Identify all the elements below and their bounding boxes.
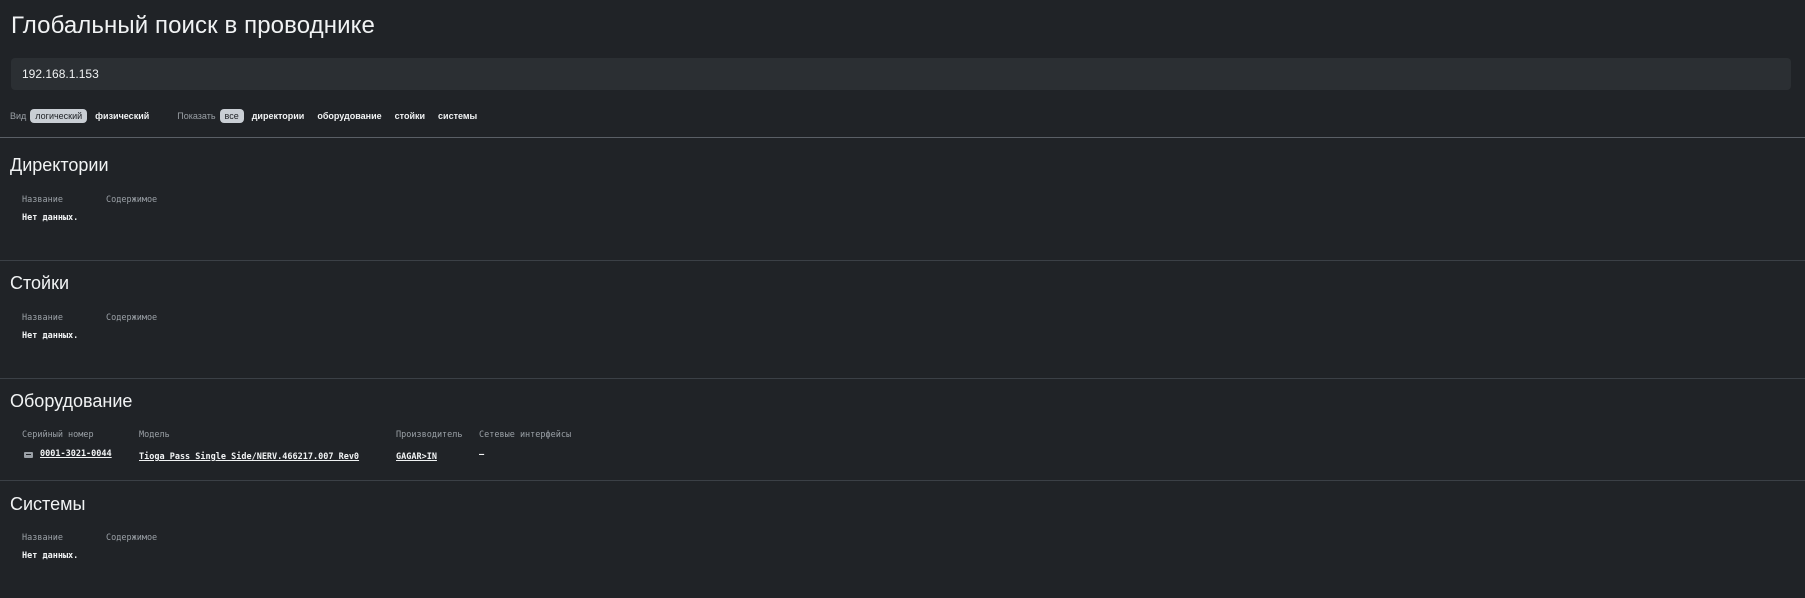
section-title-racks: Стойки xyxy=(10,273,70,293)
column-header-vendor: Производитель xyxy=(396,430,463,440)
column-header-name: Название xyxy=(22,195,63,205)
filter-bar: Вид логический физический Показать все д… xyxy=(10,108,485,124)
section-title-equipment: Оборудование xyxy=(10,391,133,411)
show-option-systems[interactable]: системы xyxy=(433,109,482,123)
view-option-logical[interactable]: логический xyxy=(30,109,88,123)
show-option-all[interactable]: все xyxy=(219,109,244,123)
column-header-name: Название xyxy=(22,533,63,543)
section-title-directories: Директории xyxy=(10,155,109,175)
column-header-interfaces: Сетевые интерфейсы xyxy=(479,430,572,440)
view-label: Вид xyxy=(10,111,27,121)
empty-state: Нет данных. xyxy=(22,213,79,223)
column-header-serial: Серийный номер xyxy=(22,430,94,440)
empty-state: Нет данных. xyxy=(22,551,79,561)
section-divider xyxy=(0,260,1805,261)
column-header-content: Содержимое xyxy=(106,533,158,543)
equipment-model-link[interactable]: Tioga Pass Single Side/NERV.466217.007 R… xyxy=(139,452,359,462)
equipment-vendor-link[interactable]: GAGAR>IN xyxy=(396,452,437,462)
header-divider xyxy=(0,137,1805,138)
empty-state: Нет данных. xyxy=(22,331,79,341)
show-option-racks[interactable]: стойки xyxy=(390,109,430,123)
section-divider xyxy=(0,480,1805,481)
page-title: Глобальный поиск в проводнике xyxy=(11,12,375,39)
column-header-name: Название xyxy=(22,313,63,323)
equipment-interfaces-value: — xyxy=(479,450,485,460)
server-icon xyxy=(24,452,33,458)
show-label: Показать xyxy=(177,111,216,121)
column-header-content: Содержимое xyxy=(106,313,158,323)
equipment-serial-link[interactable]: 0001-3021-0044 xyxy=(40,449,112,459)
view-option-physical[interactable]: физический xyxy=(90,109,154,123)
search-input[interactable] xyxy=(22,67,1780,81)
column-header-model: Модель xyxy=(139,430,170,440)
section-divider xyxy=(0,378,1805,379)
column-header-content: Содержимое xyxy=(106,195,158,205)
section-title-systems: Системы xyxy=(10,494,86,514)
show-option-directories[interactable]: директории xyxy=(247,109,310,123)
show-option-equipment[interactable]: оборудование xyxy=(312,109,386,123)
search-field[interactable] xyxy=(11,58,1791,90)
